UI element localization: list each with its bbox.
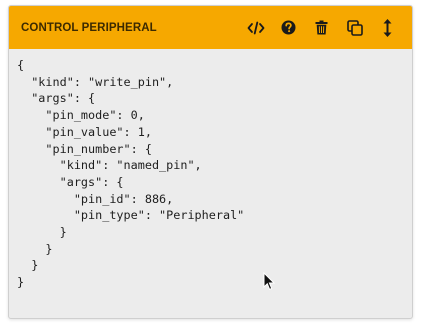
trash-icon — [315, 20, 328, 35]
drag-handle-icon — [383, 18, 392, 37]
step-title: CONTROL PERIPHERAL — [21, 21, 157, 34]
control-peripheral-step: CONTROL PERIPHERAL {"kind": "write_pin"… — [8, 5, 413, 319]
step-json-code: { "kind": "write_pin", "args": { "pin_mo… — [17, 58, 245, 290]
help-icon — [281, 20, 296, 35]
delete-button[interactable] — [305, 13, 338, 43]
mouse-pointer-icon — [263, 272, 275, 290]
code-icon — [247, 21, 264, 34]
step-toolbar — [239, 6, 404, 49]
duplicate-button[interactable] — [338, 13, 371, 43]
code-toggle-button[interactable] — [239, 13, 272, 43]
help-button[interactable] — [272, 13, 305, 43]
drag-handle[interactable] — [371, 13, 404, 43]
duplicate-icon — [346, 19, 363, 36]
step-body: { "kind": "write_pin", "args": { "pin_mo… — [9, 49, 412, 291]
step-header[interactable]: CONTROL PERIPHERAL — [9, 6, 412, 49]
